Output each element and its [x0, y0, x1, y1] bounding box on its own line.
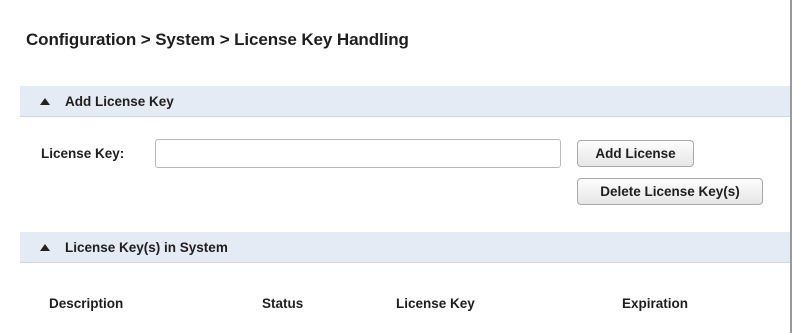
section-header-add-license-key[interactable]: Add License Key	[20, 86, 790, 117]
column-header-status[interactable]: Status	[262, 296, 303, 311]
page-frame: Configuration > System > License Key Han…	[0, 0, 792, 333]
license-key-input[interactable]	[155, 139, 561, 168]
add-license-button[interactable]: Add License	[577, 140, 694, 167]
section-title: License Key(s) in System	[65, 239, 228, 255]
breadcrumb: Configuration > System > License Key Han…	[26, 30, 409, 49]
column-header-expiration[interactable]: Expiration	[622, 296, 688, 311]
delete-license-keys-button[interactable]: Delete License Key(s)	[577, 178, 763, 205]
collapse-triangle-icon[interactable]	[40, 97, 50, 105]
section-title: Add License Key	[65, 93, 174, 109]
collapse-triangle-icon[interactable]	[40, 243, 50, 251]
license-key-label: License Key:	[41, 146, 125, 161]
column-header-license-key[interactable]: License Key	[396, 296, 475, 311]
column-header-description[interactable]: Description	[49, 296, 123, 311]
section-header-license-keys-in-system[interactable]: License Key(s) in System	[20, 232, 790, 263]
